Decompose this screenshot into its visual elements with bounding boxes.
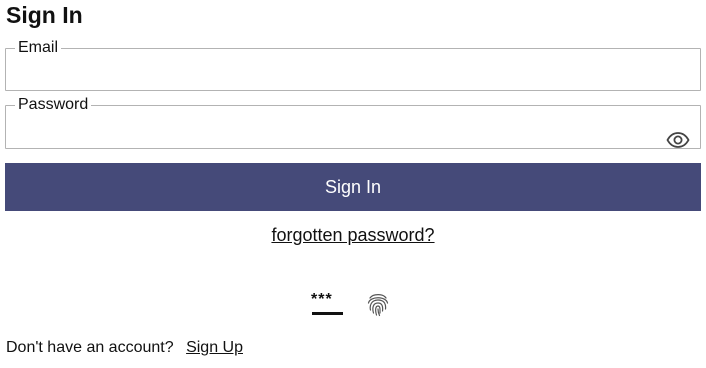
password-stars-text: *** — [311, 291, 333, 308]
password-stars-icon[interactable]: *** — [310, 288, 344, 318]
password-field-group: Password — [5, 96, 701, 155]
sign-up-link[interactable]: Sign Up — [186, 339, 243, 356]
forgot-password-link[interactable]: forgotten password? — [271, 225, 434, 245]
password-input[interactable] — [16, 131, 656, 155]
page-title: Sign In — [6, 2, 83, 28]
email-field-group: Email — [5, 39, 701, 98]
email-label: Email — [18, 39, 59, 56]
alt-sign-in-methods: *** — [310, 288, 400, 320]
signup-prompt: Don't have an account? — [6, 339, 174, 356]
sign-in-page: Sign In Email Password Sign In forgotten… — [0, 0, 706, 368]
password-label: Password — [18, 96, 89, 113]
sign-in-button[interactable]: Sign In — [5, 163, 701, 211]
email-input[interactable] — [16, 74, 656, 98]
signup-row: Don't have an account? Sign Up — [6, 338, 243, 358]
eye-icon[interactable] — [666, 128, 690, 152]
fingerprint-icon[interactable] — [364, 290, 392, 318]
forgot-password-row: forgotten password? — [0, 225, 706, 246]
password-underline — [312, 312, 343, 315]
